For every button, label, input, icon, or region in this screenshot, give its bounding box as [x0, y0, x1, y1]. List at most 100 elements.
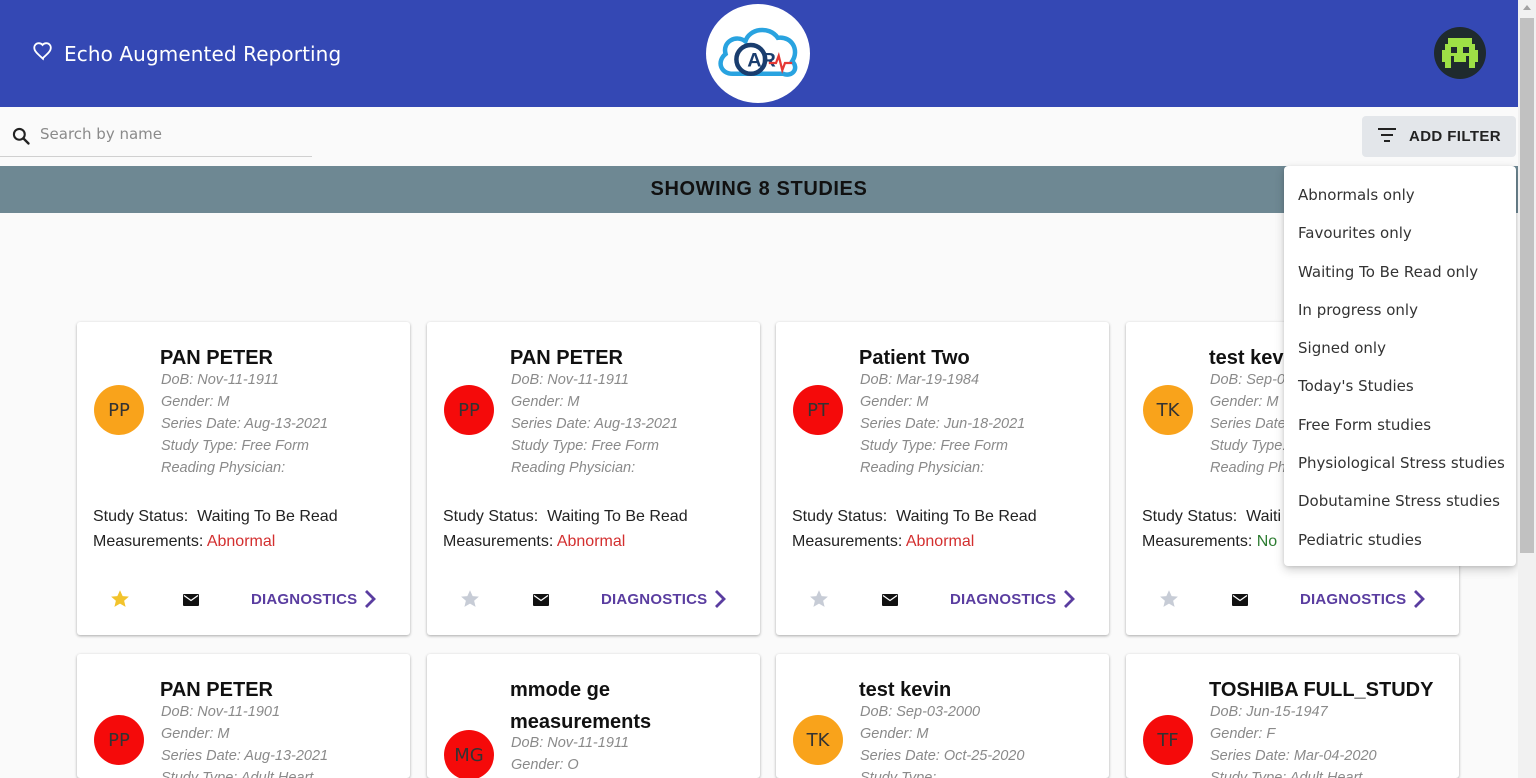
gender: Gender: M: [161, 394, 230, 410]
study-status-label: Study Status:: [792, 508, 888, 525]
study-card[interactable]: PT Patient Two DoB: Mar-19-1984 Gender: …: [776, 322, 1109, 635]
diagnostics-button[interactable]: DIAGNOSTICS: [251, 589, 377, 609]
gender: Gender: M: [860, 394, 929, 410]
diagnostics-button[interactable]: DIAGNOSTICS: [950, 589, 1076, 609]
series-date: Series Date: Aug-13-2021: [511, 416, 679, 432]
card-actions: DIAGNOSTICS: [1126, 584, 1459, 614]
cloud-logo-icon: AR: [718, 27, 798, 77]
patient-avatar: PP: [94, 385, 144, 435]
study-status-block: Study Status: Waiting To Be Read Measure…: [792, 504, 1037, 554]
gender: Gender: F: [1210, 726, 1276, 742]
logo[interactable]: AR: [706, 4, 810, 103]
filter-option-dobutamine-stress[interactable]: Dobutamine Stress studies: [1284, 482, 1516, 520]
measurements-value: Abnormal: [556, 533, 626, 550]
study-status-value: Waiting To Be Read: [197, 508, 338, 525]
reading-physician: Reading Ph: [1210, 460, 1286, 476]
filter-option-in-progress[interactable]: In progress only: [1284, 291, 1516, 329]
study-card[interactable]: PP PAN PETER DoB: Nov-11-1911 Gender: M …: [77, 322, 410, 635]
filter-option-waiting[interactable]: Waiting To Be Read only: [1284, 253, 1516, 291]
patient-details: DoB: Jun-15-1947 Gender: F Series Date: …: [1210, 701, 1377, 778]
study-type: Study Type: Adult Heart: [161, 770, 314, 778]
study-card[interactable]: PP PAN PETER DoB: Nov-11-1911 Gender: M …: [427, 322, 760, 635]
app-bar: Echo Augmented Reporting AR: [0, 0, 1518, 107]
study-type: Study Type:: [860, 770, 937, 778]
patient-avatar: PP: [94, 715, 144, 765]
filter-menu: Abnormals only Favourites only Waiting T…: [1284, 166, 1516, 566]
search-bar: [0, 115, 312, 157]
diagnostics-label: DIAGNOSTICS: [1300, 590, 1407, 608]
study-status-label: Study Status:: [93, 508, 189, 525]
mail-icon[interactable]: [183, 593, 199, 611]
patient-avatar: TF: [1143, 715, 1193, 765]
diagnostics-label: DIAGNOSTICS: [601, 590, 708, 608]
study-type: Study Type:: [1210, 438, 1287, 454]
filter-option-abnormals[interactable]: Abnormals only: [1284, 176, 1516, 214]
scroll-up-arrow-icon[interactable]: [1523, 5, 1531, 10]
study-type: Study Type: Adult Heart: [1210, 770, 1363, 778]
mail-icon[interactable]: [882, 593, 898, 611]
filter-option-pediatric[interactable]: Pediatric studies: [1284, 521, 1516, 559]
favourite-star-icon[interactable]: [459, 588, 481, 615]
chevron-right-icon: [365, 590, 377, 608]
study-card[interactable]: MG mmode ge measurements DoB: Nov-11-191…: [427, 654, 760, 778]
page-scrollbar[interactable]: [1518, 0, 1536, 778]
gender: Gender: M: [860, 726, 929, 742]
filter-option-physiological-stress[interactable]: Physiological Stress studies: [1284, 444, 1516, 482]
measurements-label: Measurements:: [1142, 533, 1253, 550]
measurements-value: Abnormal: [905, 533, 975, 550]
user-avatar[interactable]: [1434, 27, 1486, 79]
diagnostics-button[interactable]: DIAGNOSTICS: [1300, 589, 1426, 609]
mail-icon[interactable]: [533, 593, 549, 611]
study-card[interactable]: TK test kevin DoB: Sep-03-2000 Gender: M…: [776, 654, 1109, 778]
add-filter-button[interactable]: ADD FILTER: [1362, 116, 1516, 157]
study-status-label: Study Status:: [1142, 508, 1238, 525]
card-actions: DIAGNOSTICS: [77, 584, 410, 614]
patient-details: DoB: Mar-19-1984 Gender: M Series Date: …: [860, 369, 1025, 479]
filter-option-signed[interactable]: Signed only: [1284, 329, 1516, 367]
measurements-value: No: [1256, 533, 1278, 550]
study-type: Study Type: Free Form: [860, 438, 1008, 454]
patient-details: DoB: Nov-11-1911 Gender: O: [511, 732, 629, 776]
study-status-label: Study Status:: [443, 508, 539, 525]
patient-details: DoB: Sep-03 Gender: M Series Date Study …: [1210, 369, 1293, 479]
study-type: Study Type: Free Form: [161, 438, 309, 454]
dob: DoB: Nov-11-1911: [161, 372, 279, 388]
favourite-star-icon[interactable]: [808, 588, 830, 615]
search-input[interactable]: [40, 125, 300, 143]
patient-avatar: MG: [444, 730, 494, 778]
study-card[interactable]: TF TOSHIBA FULL_STUDY DoB: Jun-15-1947 G…: [1126, 654, 1459, 778]
patient-avatar: TK: [1143, 385, 1193, 435]
gender: Gender: O: [511, 757, 579, 773]
chevron-right-icon: [715, 590, 727, 608]
chevron-right-icon: [1064, 590, 1076, 608]
study-status-block: Study Status: Waiting To Be Read Measure…: [93, 504, 338, 554]
dob: DoB: Mar-19-1984: [860, 372, 980, 388]
scrollbar-thumb[interactable]: [1520, 18, 1534, 553]
heart-outline-icon: [32, 40, 54, 67]
filter-option-free-form[interactable]: Free Form studies: [1284, 406, 1516, 444]
logo-text: AR: [747, 49, 776, 71]
filter-option-today[interactable]: Today's Studies: [1284, 367, 1516, 405]
study-type: Study Type: Free Form: [511, 438, 659, 454]
study-status-block: Study Status: Waiti Measurements: No: [1142, 504, 1281, 554]
favourite-star-icon[interactable]: [1158, 588, 1180, 615]
dob: DoB: Sep-03: [1210, 372, 1294, 388]
series-date: Series Date: Jun-18-2021: [860, 416, 1026, 432]
measurements-label: Measurements:: [792, 533, 903, 550]
invader-icon: [1442, 38, 1478, 68]
diagnostics-label: DIAGNOSTICS: [950, 590, 1057, 608]
study-status-value: Waiting To Be Read: [547, 508, 688, 525]
mail-icon[interactable]: [1232, 593, 1248, 611]
study-card[interactable]: PP PAN PETER DoB: Nov-11-1901 Gender: M …: [77, 654, 410, 778]
filter-list-icon: [1377, 127, 1397, 147]
study-status-value: Waiting To Be Read: [896, 508, 1037, 525]
filter-option-favourites[interactable]: Favourites only: [1284, 214, 1516, 252]
gender: Gender: M: [511, 394, 580, 410]
favourite-star-icon[interactable]: [109, 588, 131, 615]
dob: DoB: Jun-15-1947: [1210, 704, 1328, 720]
gender: Gender: M: [161, 726, 230, 742]
app-title: Echo Augmented Reporting: [64, 41, 342, 66]
card-actions: DIAGNOSTICS: [776, 584, 1109, 614]
diagnostics-button[interactable]: DIAGNOSTICS: [601, 589, 727, 609]
brand[interactable]: Echo Augmented Reporting: [32, 40, 341, 67]
